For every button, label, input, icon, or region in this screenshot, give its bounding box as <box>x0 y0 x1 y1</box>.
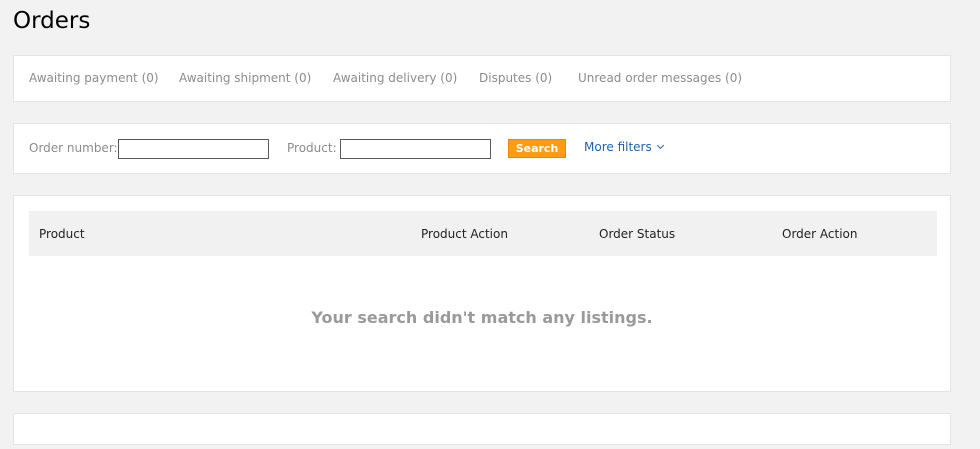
column-header-product-action: Product Action <box>421 227 508 241</box>
tab-awaiting-payment[interactable]: Awaiting payment (0) <box>29 71 159 85</box>
product-label: Product: <box>287 141 337 155</box>
column-header-order-status: Order Status <box>599 227 676 241</box>
column-header-order-action: Order Action <box>782 227 858 241</box>
filter-bar: Order number: Product: Search More filte… <box>13 123 951 174</box>
empty-results-message: Your search didn't match any listings. <box>311 308 653 327</box>
orders-table: Product Product Action Order Status Orde… <box>13 195 951 392</box>
tab-awaiting-delivery[interactable]: Awaiting delivery (0) <box>333 71 457 85</box>
column-header-product: Product <box>39 227 85 241</box>
order-number-input[interactable] <box>118 139 269 159</box>
chevron-down-icon <box>656 141 664 150</box>
tab-unread-order-messages[interactable]: Unread order messages (0) <box>578 71 742 85</box>
search-button[interactable]: Search <box>508 139 566 158</box>
order-number-label: Order number: <box>29 141 118 155</box>
pagination-panel <box>13 413 951 445</box>
more-filters-link[interactable]: More filters <box>584 140 664 154</box>
tab-disputes[interactable]: Disputes (0) <box>479 71 552 85</box>
table-header: Product Product Action Order Status Orde… <box>29 211 937 256</box>
product-input[interactable] <box>340 139 491 159</box>
tab-awaiting-shipment[interactable]: Awaiting shipment (0) <box>179 71 311 85</box>
page-title: Orders <box>13 8 91 34</box>
more-filters-label: More filters <box>584 140 652 154</box>
status-tabs: Awaiting payment (0) Awaiting shipment (… <box>13 55 951 102</box>
